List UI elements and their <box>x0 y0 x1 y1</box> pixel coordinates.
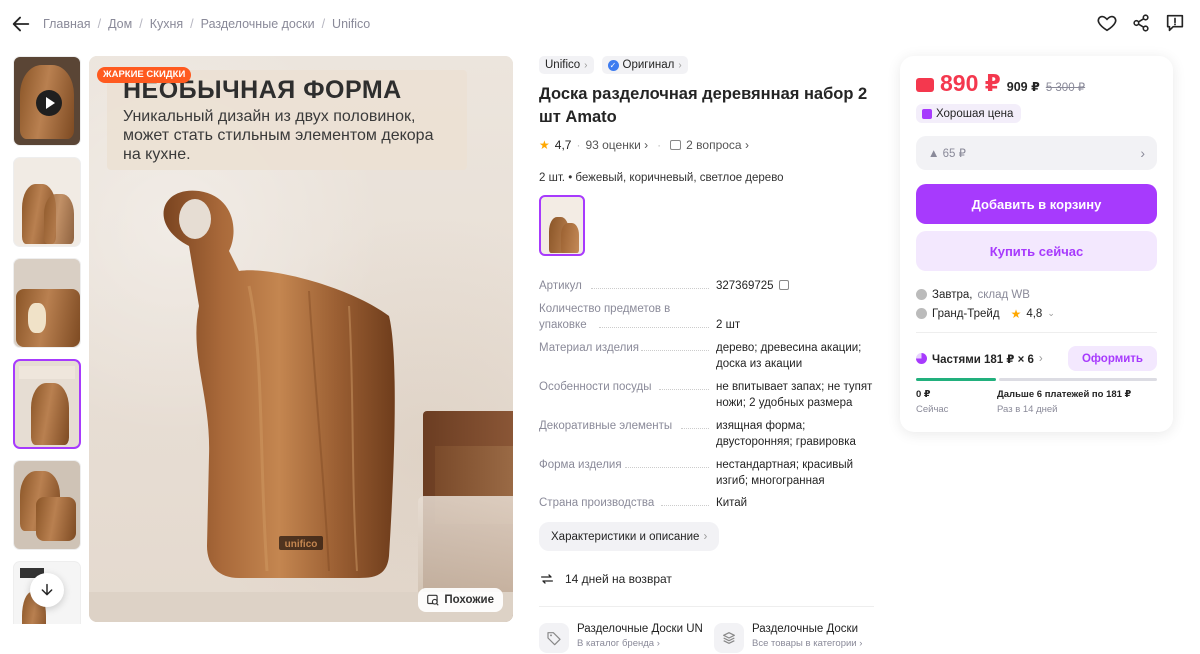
original-chip[interactable]: ✓ Оригинал › <box>601 56 688 74</box>
spec-value: изящная форма; двусторонняя; гравировка <box>716 420 856 448</box>
split-payment-label[interactable]: Частями 181 ₽ × 6 › <box>916 352 1043 366</box>
star-icon: ★ <box>539 138 550 152</box>
thumbnail-image[interactable] <box>13 258 81 348</box>
wallet-price: 890 ₽ <box>940 70 1001 96</box>
shop-icon <box>916 308 927 319</box>
good-price-badge: Хорошая цена <box>916 104 1022 123</box>
brand-catalog-link[interactable]: Разделочные Доски UNIFICOВ каталог бренд… <box>539 623 704 653</box>
thumbnails-scroll-down-button[interactable] <box>30 573 64 607</box>
buy-card: 890 ₽ 909 ₽ 5 300 ₽ Хорошая цена ▲ 65 ₽ ›… <box>900 56 1173 432</box>
breadcrumb-kitchen[interactable]: Кухня <box>150 17 183 31</box>
questions-icon <box>670 140 682 150</box>
old-price: 5 300 ₽ <box>1045 82 1086 94</box>
category-title: Разделочные Доски <box>752 623 858 635</box>
original-chip-label: Оригинал <box>622 59 675 71</box>
play-icon <box>36 90 62 116</box>
thumbnail-video[interactable] <box>13 56 81 146</box>
spec-key: Форма изделия <box>539 459 622 471</box>
product-info: Unifico › ✓ Оригинал › Доска разделочная де… <box>539 56 879 653</box>
thumbnail-gallery <box>13 56 83 624</box>
wallet-icon <box>916 78 934 92</box>
seller-link[interactable]: Гранд-Трейд ★ 4,8 ⌄ <box>916 304 1055 323</box>
breadcrumb-home-goods[interactable]: Дом <box>108 17 132 31</box>
thumbs-up-icon <box>922 108 932 119</box>
return-arrows-icon <box>541 574 553 584</box>
plan-later: Дальше 6 платежей по 181 ₽ Раз в 14 дней <box>997 389 1132 415</box>
chevron-right-icon: › <box>678 59 682 71</box>
brand-chip-label: Unifico <box>545 59 581 71</box>
category-link[interactable]: Разделочные Доски Все товары в категории … <box>714 623 879 653</box>
warehouse-icon <box>916 289 927 300</box>
similar-products-label: Похожие <box>444 594 494 606</box>
breadcrumb-home[interactable]: Главная <box>43 17 91 31</box>
spec-key: Материал изделия <box>539 342 640 354</box>
questions-link[interactable]: 2 вопроса › <box>686 138 749 152</box>
spec-value: не впитывает запах; не тупят ножи; 2 удо… <box>716 381 873 409</box>
spec-value: нестандартная; красивый изгиб; многогран… <box>716 459 854 487</box>
add-to-cart-button[interactable]: Добавить в корзину <box>916 184 1157 224</box>
thumbnail-image[interactable] <box>13 460 81 550</box>
breadcrumb-cutting-boards[interactable]: Разделочные доски <box>201 17 315 31</box>
spec-key: Страна производства <box>539 497 655 509</box>
spec-key: Особенности посуды <box>539 381 652 393</box>
bonus-amount: ▲ 65 ₽ <box>928 148 966 160</box>
breadcrumb-brand[interactable]: Unifico <box>332 17 370 31</box>
chevron-right-icon: › <box>1140 145 1145 161</box>
split-payment-row: Частями 181 ₽ × 6 › Оформить <box>916 346 1157 371</box>
bonus-row[interactable]: ▲ 65 ₽ › <box>916 136 1157 170</box>
share-icon[interactable] <box>1130 12 1152 34</box>
back-arrow-icon[interactable] <box>10 13 32 35</box>
delivery-info: Завтра, склад WB Гранд-Трейд ★ 4,8 ⌄ <box>916 285 1055 323</box>
top-actions <box>1096 12 1186 34</box>
return-policy: 14 дней на возврат <box>539 571 672 587</box>
spec-key: Артикул <box>539 280 582 292</box>
spec-key: Количество предметов в упаковке <box>539 303 671 331</box>
breadcrumb: Главная / Дом / Кухня / Разделочные доски / … <box>43 17 371 31</box>
spec-value: 2 шт <box>716 319 741 331</box>
top-bar: Главная / Дом / Кухня / Разделочные доски / … <box>0 0 1200 48</box>
similar-search-icon <box>427 594 440 606</box>
board-logo-text: unifico <box>285 539 318 550</box>
spec-value: Китай <box>716 497 748 509</box>
verified-icon: ✓ <box>607 59 619 71</box>
variant-label: 2 шт. • бежевый, коричневый, светлое дер… <box>539 172 784 184</box>
chevron-right-icon: › <box>703 530 708 543</box>
spec-value: 327369725 <box>716 278 876 294</box>
spec-value: дерево; древесина акации; доска из акаци… <box>716 342 862 370</box>
rating-value: 4,7 <box>554 138 572 152</box>
return-policy-label: 14 дней на возврат <box>565 572 672 586</box>
arrow-down-icon <box>41 583 53 596</box>
spec-key: Декоративные элементы <box>539 420 673 432</box>
report-icon[interactable] <box>1164 12 1186 34</box>
characteristics-button[interactable]: Характеристики и описание › <box>539 522 720 551</box>
payment-schedule-bar <box>916 378 1157 381</box>
similar-products-button[interactable]: Похожие <box>418 588 503 612</box>
chevron-down-icon: ⌄ <box>1047 308 1055 318</box>
heart-icon[interactable] <box>1096 12 1118 34</box>
plan-now: 0 ₽ Сейчас <box>916 389 949 415</box>
price-row: 890 ₽ 909 ₽ 5 300 ₽ <box>916 70 1085 97</box>
split-payment-button[interactable]: Оформить <box>1067 346 1157 371</box>
reviews-link[interactable]: 93 оценки › <box>585 138 648 152</box>
star-icon: ★ <box>1010 306 1022 321</box>
product-main-image[interactable]: unifico НЕОБЫЧНАЯ ФОРМА Уникальный дизай… <box>89 56 513 622</box>
thumbnail-image[interactable] <box>13 157 81 247</box>
hot-sale-badge: ЖАРКИЕ СКИДКИ <box>97 67 192 83</box>
promo-banner-text: Уникальный дизайн из двух половинок, мож… <box>123 108 434 163</box>
brand-links: Разделочные Доски UNIFICOВ каталог бренд… <box>539 623 879 653</box>
variant-option-selected[interactable] <box>539 195 585 256</box>
rating-row: ★ 4,7 · 93 оценки › · 2 вопроса › <box>539 138 749 152</box>
thumbnail-image-selected[interactable] <box>13 359 81 449</box>
brand-catalog-title: Разделочные Доски UNIFICO <box>577 623 702 635</box>
layers-icon <box>723 632 735 644</box>
brand-chip[interactable]: Unifico › <box>539 56 594 74</box>
buy-now-button[interactable]: Купить сейчас <box>916 231 1157 271</box>
split-payment-icon <box>916 353 927 364</box>
chevron-right-icon: › <box>584 59 588 71</box>
tag-icon <box>547 632 561 646</box>
price-without-wallet: 909 ₽ <box>1006 80 1040 94</box>
copy-icon[interactable] <box>778 280 789 290</box>
product-title: Доска разделочная деревянная набор 2 шт … <box>539 85 868 126</box>
